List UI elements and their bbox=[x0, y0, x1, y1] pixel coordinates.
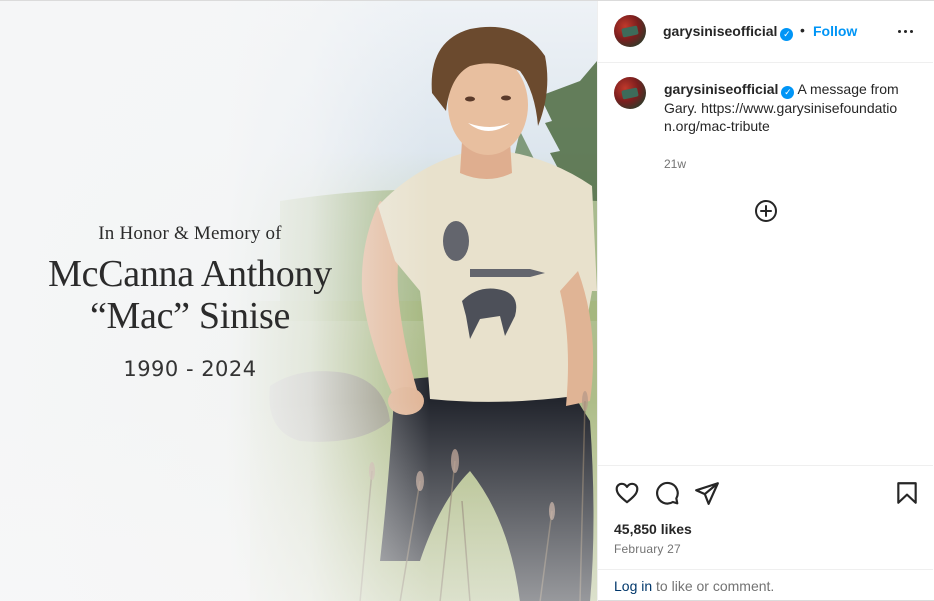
post-date: February 27 bbox=[614, 542, 681, 556]
heart-icon[interactable] bbox=[614, 480, 640, 506]
login-text: Log in to like or comment. bbox=[614, 578, 774, 594]
caption-username[interactable]: garysiniseofficial bbox=[664, 81, 778, 97]
comment-icon[interactable] bbox=[654, 480, 680, 506]
caption-avatar[interactable] bbox=[614, 77, 646, 109]
instagram-post: In Honor & Memory of McCanna Anthony “Ma… bbox=[0, 0, 934, 601]
post-image[interactable]: In Honor & Memory of McCanna Anthony “Ma… bbox=[0, 1, 597, 601]
caption-section: garysiniseofficial ✓ A message from Gary.… bbox=[598, 63, 933, 465]
verified-badge-icon: ✓ bbox=[781, 86, 795, 99]
verified-badge-icon: ✓ bbox=[780, 28, 794, 41]
header-username[interactable]: garysiniseofficial ✓ bbox=[663, 23, 794, 41]
share-icon[interactable] bbox=[694, 480, 720, 506]
login-rest: to like or comment. bbox=[652, 578, 775, 594]
memorial-text-block: In Honor & Memory of McCanna Anthony “Ma… bbox=[0, 223, 380, 381]
post-header: garysiniseofficial ✓ • Follow bbox=[598, 1, 933, 63]
add-circle-icon[interactable] bbox=[754, 199, 778, 223]
post-side-panel: garysiniseofficial ✓ • Follow garysiniseo… bbox=[597, 1, 934, 601]
login-prompt: Log in to like or comment. bbox=[598, 569, 933, 601]
name-line-1: McCanna Anthony bbox=[48, 253, 332, 295]
username-text[interactable]: garysiniseofficial bbox=[663, 23, 777, 39]
more-horizontal-icon[interactable] bbox=[894, 19, 918, 43]
honor-line: In Honor & Memory of bbox=[98, 223, 282, 244]
login-link[interactable]: Log in bbox=[614, 578, 652, 594]
bookmark-icon[interactable] bbox=[894, 480, 920, 506]
caption-text: garysiniseofficial ✓ A message from Gary.… bbox=[664, 80, 904, 135]
avatar[interactable] bbox=[614, 15, 646, 47]
years-line: 1990 - 2024 bbox=[123, 357, 257, 381]
action-bar: 45,850 likes February 27 bbox=[598, 465, 933, 569]
follow-button[interactable]: Follow bbox=[813, 23, 857, 39]
image-bottom-fade bbox=[0, 401, 597, 601]
likes-count[interactable]: 45,850 likes bbox=[614, 521, 692, 537]
name-line-2: “Mac” Sinise bbox=[89, 295, 291, 337]
separator-dot: • bbox=[800, 22, 805, 38]
post-age[interactable]: 21w bbox=[664, 157, 686, 171]
